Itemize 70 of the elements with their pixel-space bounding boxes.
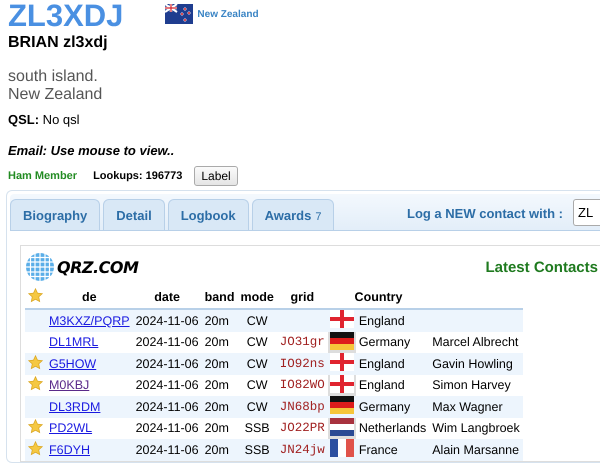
grid-cell: JN68bp xyxy=(276,396,328,418)
country-cell: France xyxy=(356,439,430,460)
flag-icon xyxy=(330,396,354,414)
mode-cell: SSB xyxy=(237,439,277,460)
grid-cell: IO92ns xyxy=(276,353,328,374)
date-cell: 2024-11-06 xyxy=(132,374,202,396)
country-cell: Germany xyxy=(356,332,430,353)
flag-icon xyxy=(330,439,354,458)
flag-icon xyxy=(330,310,354,328)
callsign-link[interactable]: M0KBJ xyxy=(49,378,90,392)
name-cell: Simon Harvey xyxy=(429,374,523,396)
grid-cell: JO31gr xyxy=(276,332,328,353)
name-cell: Gavin Howling xyxy=(429,353,523,374)
band-cell: 20m xyxy=(202,309,238,332)
address-text: south island. New Zealand xyxy=(8,68,104,104)
band-cell: 20m xyxy=(202,374,238,396)
flag-icon xyxy=(330,332,354,350)
tab[interactable]: Awards 7 xyxy=(252,199,334,230)
tab[interactable]: Biography xyxy=(10,199,100,230)
name-cell: Max Wagner xyxy=(429,396,523,418)
label-button[interactable]: Label xyxy=(194,166,238,186)
date-cell: 2024-11-06 xyxy=(132,439,202,460)
flag-icon xyxy=(330,353,354,372)
country-cell: Netherlands xyxy=(356,418,430,439)
qrz-logo-text: QRZ.COM xyxy=(57,258,138,276)
band-cell: 20m xyxy=(202,396,238,418)
qsl-text: QSL: No qsl xyxy=(8,112,81,127)
globe-icon xyxy=(25,252,55,282)
grid-cell: JO22PR xyxy=(276,418,328,439)
flag-icon xyxy=(165,4,194,24)
mode-cell: CW xyxy=(237,353,277,374)
grid-cell: IO82WO xyxy=(276,374,328,396)
name-cell: Marcel Albrecht xyxy=(429,332,523,353)
callsign-title: ZL3XDJ xyxy=(8,0,124,32)
mode-cell: CW xyxy=(237,309,277,332)
country-cell: England xyxy=(356,374,430,396)
date-cell: 2024-11-06 xyxy=(132,418,202,439)
name-cell: Alain Marsanne xyxy=(429,439,523,460)
band-cell: 20m xyxy=(202,439,238,460)
mode-cell: CW xyxy=(237,332,277,353)
operator-name: BRIAN zl3xdj xyxy=(8,34,109,52)
date-cell: 2024-11-06 xyxy=(132,332,202,353)
band-cell: 20m xyxy=(202,332,238,353)
country-cell: Germany xyxy=(356,396,430,418)
tab[interactable]: Logbook xyxy=(168,199,249,230)
band-cell: 20m xyxy=(202,353,238,374)
lookups-count: Lookups: 196773 xyxy=(93,170,182,182)
star-icon xyxy=(28,288,43,303)
mode-cell: SSB xyxy=(237,418,277,439)
date-cell: 2024-11-06 xyxy=(132,309,202,332)
date-cell: 2024-11-06 xyxy=(132,396,202,418)
country-cell: England xyxy=(356,309,430,332)
flag-icon xyxy=(330,418,354,436)
country-cell: England xyxy=(356,353,430,374)
callsign-link[interactable]: DL1MRL xyxy=(49,335,98,350)
mode-cell: CW xyxy=(237,396,277,418)
log-contact-label: Log a NEW contact with : xyxy=(407,206,563,221)
country-link[interactable]: New Zealand xyxy=(197,8,259,20)
tab[interactable]: Detail xyxy=(103,199,165,230)
callsign-link[interactable]: PD2WL xyxy=(49,421,92,436)
name-cell: Wim Langbroek xyxy=(429,418,523,439)
date-cell: 2024-11-06 xyxy=(132,353,202,374)
band-cell: 20m xyxy=(202,418,238,439)
callsign-select[interactable]: ZL xyxy=(573,199,600,226)
member-label: Ham Member xyxy=(8,170,78,182)
mode-cell: CW xyxy=(237,374,277,396)
flag-icon xyxy=(330,374,354,393)
email-text: Email: Use mouse to view.. xyxy=(8,143,176,158)
latest-contacts-title: Latest Contacts xyxy=(485,258,598,276)
grid-cell: JN24jw xyxy=(276,439,328,460)
